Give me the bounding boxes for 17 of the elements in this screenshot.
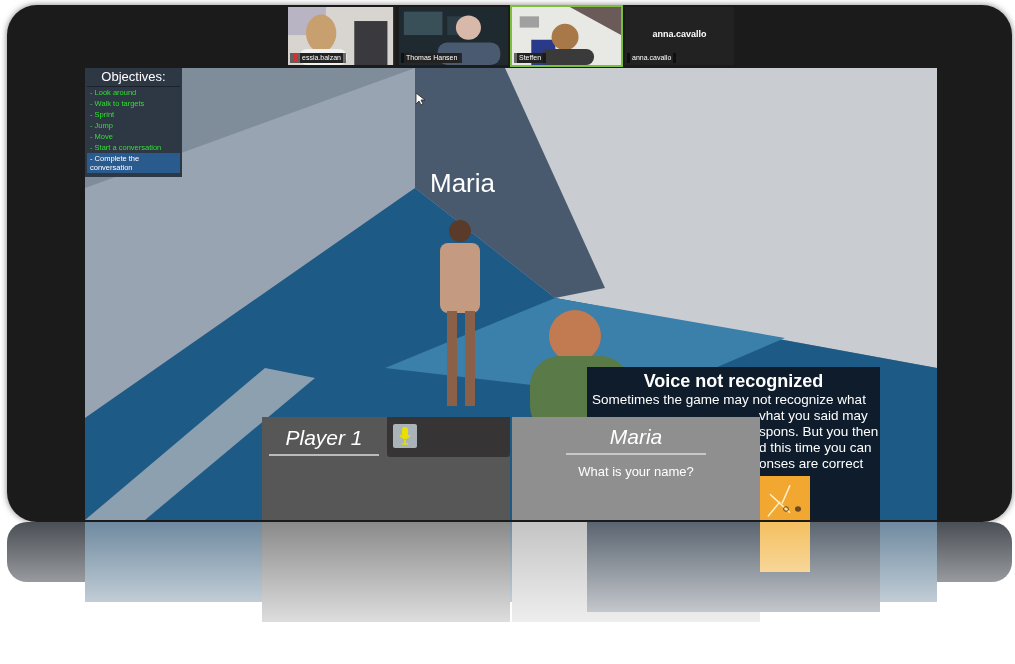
notice-text: onses are correct (759, 456, 864, 471)
cursor-icon (416, 93, 426, 106)
notice-text: spons. But you then (759, 424, 879, 439)
participant-name: anna.cavallo (651, 29, 708, 39)
muted-mic-icon (293, 54, 298, 62)
character-name: Maria (430, 168, 495, 199)
microphone-button[interactable] (393, 424, 417, 448)
microphone-icon (399, 427, 411, 445)
notice-text: vhat you said may (759, 408, 868, 423)
dialogue-text: What is your name? (578, 464, 694, 479)
notice-text: d this time you can (759, 440, 872, 455)
speaker-name: Maria (566, 425, 706, 455)
notice-title: Voice not recognized (642, 371, 825, 392)
notice-text: Sometimes the game may not recognize what (592, 392, 866, 407)
card-drawing (760, 476, 810, 520)
player-name: Player 1 (269, 426, 379, 456)
objectives-title: Objectives: (87, 68, 180, 87)
